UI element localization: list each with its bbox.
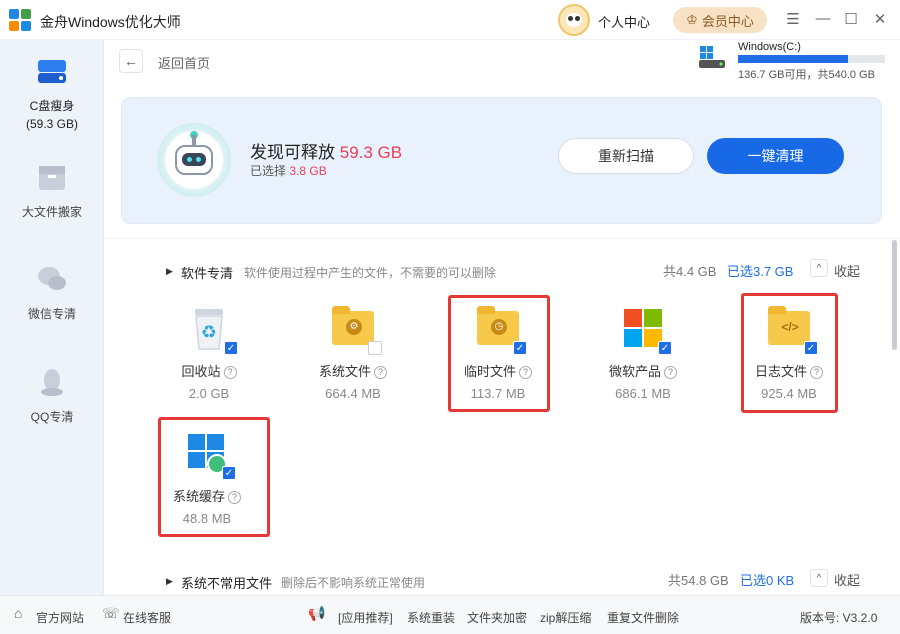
user-avatar-icon[interactable] (558, 4, 590, 36)
item-recycle-bin[interactable]: ♻ ✓ 回收站? 2.0 GB (159, 305, 259, 401)
highlight-box (448, 295, 550, 412)
item-size: 664.4 MB (325, 386, 381, 401)
section-selected: 已选0 KB (740, 573, 795, 588)
help-icon[interactable]: ? (664, 366, 677, 379)
crown-icon: ♔ (686, 12, 698, 27)
version-label: 版本号: V3.2.0 (800, 611, 878, 625)
sidebar-item-qq[interactable]: QQ专清 (0, 365, 104, 426)
checkbox-checked[interactable]: ✓ (658, 341, 672, 355)
expand-triangle-icon[interactable]: ▶ (166, 576, 173, 587)
selected-prefix: 已选择 (250, 164, 287, 178)
menu-icon[interactable]: ☰ (784, 10, 802, 28)
sidebar-item-wechat[interactable]: 微信专清 (0, 262, 104, 323)
official-site-link[interactable]: 官方网站 (36, 609, 84, 626)
item-size: 2.0 GB (188, 386, 230, 401)
divider (104, 238, 900, 239)
sidebar-item-label: C盘瘦身 (29, 99, 75, 113)
footer-link-folder-encrypt[interactable]: 文件夹加密 (467, 609, 527, 626)
section-total: 共54.8 GB (668, 573, 729, 588)
selected-text: 已选择 3.8 GB (250, 162, 327, 179)
close-button[interactable]: ✕ (871, 10, 889, 28)
member-center-button[interactable]: ♔ 会员中心 (673, 7, 767, 33)
selected-value: 3.8 GB (289, 164, 327, 178)
sidebar-item-sub: (59.3 GB) (25, 117, 79, 131)
collapse-chevron-icon[interactable]: ^ (810, 259, 828, 277)
section-title: 系统不常用文件 (181, 576, 273, 591)
box-icon (39, 166, 65, 190)
drive-usage-bar (738, 55, 885, 63)
item-size: 686.1 MB (615, 386, 671, 401)
help-icon[interactable]: ? (223, 366, 237, 379)
footer-link-duplicate-files[interactable]: 重复文件删除 (607, 609, 679, 626)
highlight-box (158, 417, 270, 537)
megaphone-icon: 📢 (308, 605, 326, 621)
checkbox-unchecked[interactable] (368, 341, 382, 355)
back-arrow-icon[interactable]: ← (119, 49, 143, 73)
sidebar-item-large-file[interactable]: 大文件搬家 (0, 160, 104, 221)
title-bar: 金舟Windows优化大师 个人中心 ♔ 会员中心 ☰ — ☐ ✕ (0, 0, 900, 40)
item-name: 微软产品 (608, 364, 661, 379)
personal-center-link[interactable]: 个人中心 (598, 12, 650, 31)
app-recommend-label: [应用推荐] (338, 611, 393, 625)
sidebar-item-label: QQ专清 (30, 410, 74, 424)
maximize-button[interactable]: ☐ (842, 10, 860, 28)
sidebar-item-c-drive[interactable]: C盘瘦身 (59.3 GB) (0, 54, 104, 133)
sidebar-item-label: 大文件搬家 (21, 205, 82, 219)
help-icon[interactable]: ? (374, 366, 387, 379)
found-prefix: 发现可释放 (250, 143, 335, 162)
footer-link-zip[interactable]: zip解压缩 (540, 609, 591, 626)
collapse-link[interactable]: 收起 (834, 261, 860, 280)
minimize-button[interactable]: — (814, 10, 832, 27)
one-click-clean-button[interactable]: 一键清理 (707, 138, 844, 174)
folder-gear-icon: ⚙ (332, 306, 374, 345)
section-total: 共4.4 GB (663, 264, 717, 279)
collapse-chevron-icon[interactable]: ^ (810, 569, 828, 587)
section-description: 软件使用过程中产生的文件，不需要的可以删除 (244, 266, 497, 280)
back-home-link[interactable]: 返回首页 (158, 53, 210, 72)
item-system-files[interactable]: ⚙ 系统文件? 664.4 MB (303, 305, 403, 401)
item-name: 系统文件 (318, 364, 371, 379)
app-logo-icon (9, 9, 31, 31)
section-description: 删除后不影响系统正常使用 (281, 576, 426, 590)
online-service-link[interactable]: 在线客服 (123, 609, 171, 626)
hard-drive-icon (38, 60, 66, 83)
found-text: 发现可释放 59.3 GB (250, 138, 402, 163)
wechat-icon (38, 267, 66, 290)
sidebar: C盘瘦身 (59.3 GB) 大文件搬家 微信专清 QQ专清 (0, 40, 104, 595)
drive-name: Windows(C:) (738, 41, 801, 53)
rescan-button[interactable]: 重新扫描 (558, 138, 694, 174)
checkbox-checked[interactable]: ✓ (224, 341, 238, 355)
highlight-box (741, 293, 838, 413)
footer-link-system-reinstall[interactable]: 系统重装 (407, 609, 455, 626)
drive-info: 136.7 GB可用，共540.0 GB (738, 69, 875, 81)
app-title: 金舟Windows优化大师 (40, 14, 181, 30)
section-selected: 已选3.7 GB (727, 264, 794, 279)
sidebar-item-label: 微信专清 (27, 307, 76, 321)
scrollbar-thumb[interactable] (892, 240, 897, 350)
item-name: 回收站 (181, 364, 221, 379)
collapse-link[interactable]: 收起 (834, 570, 860, 589)
robot-icon (157, 123, 231, 197)
svg-text:♻: ♻ (201, 322, 217, 343)
section-title: 软件专清 (181, 266, 234, 281)
found-value: 59.3 GB (339, 143, 403, 162)
home-icon: ⌂ (14, 605, 23, 621)
qq-icon (41, 369, 63, 396)
expand-triangle-icon[interactable]: ▶ (166, 266, 173, 277)
headset-icon: ☏ (102, 605, 120, 621)
item-microsoft-products[interactable]: ✓ 微软产品? 686.1 MB (593, 305, 693, 401)
windows-drive-icon (699, 46, 725, 68)
member-center-label: 会员中心 (701, 13, 754, 29)
